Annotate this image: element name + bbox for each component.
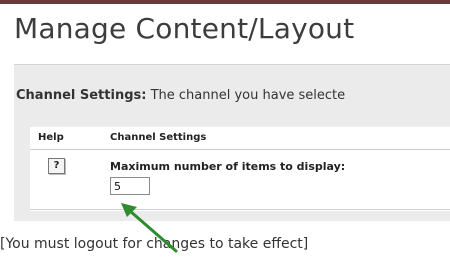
page-title: Manage Content/Layout (14, 12, 355, 45)
max-items-input[interactable] (110, 177, 150, 195)
settings-table: Help Channel Settings ? Maximum number o… (30, 127, 450, 211)
channel-settings-description: The channel you have selecte (150, 88, 346, 103)
channel-settings-summary: Channel Settings: The channel you have s… (16, 88, 345, 103)
top-rule (0, 0, 450, 4)
column-header-help: Help (38, 132, 64, 143)
table-divider (30, 209, 450, 210)
column-header-channel-settings: Channel Settings (110, 132, 207, 143)
logout-note: [You must logout for changes to take eff… (0, 236, 309, 252)
table-header-row: Help Channel Settings (30, 127, 450, 150)
page: Manage Content/Layout Channel Settings: … (0, 0, 450, 270)
help-question-icon[interactable]: ? (48, 158, 65, 174)
max-items-label: Maximum number of items to display: (110, 160, 346, 173)
channel-settings-heading: Channel Settings: (16, 88, 147, 103)
